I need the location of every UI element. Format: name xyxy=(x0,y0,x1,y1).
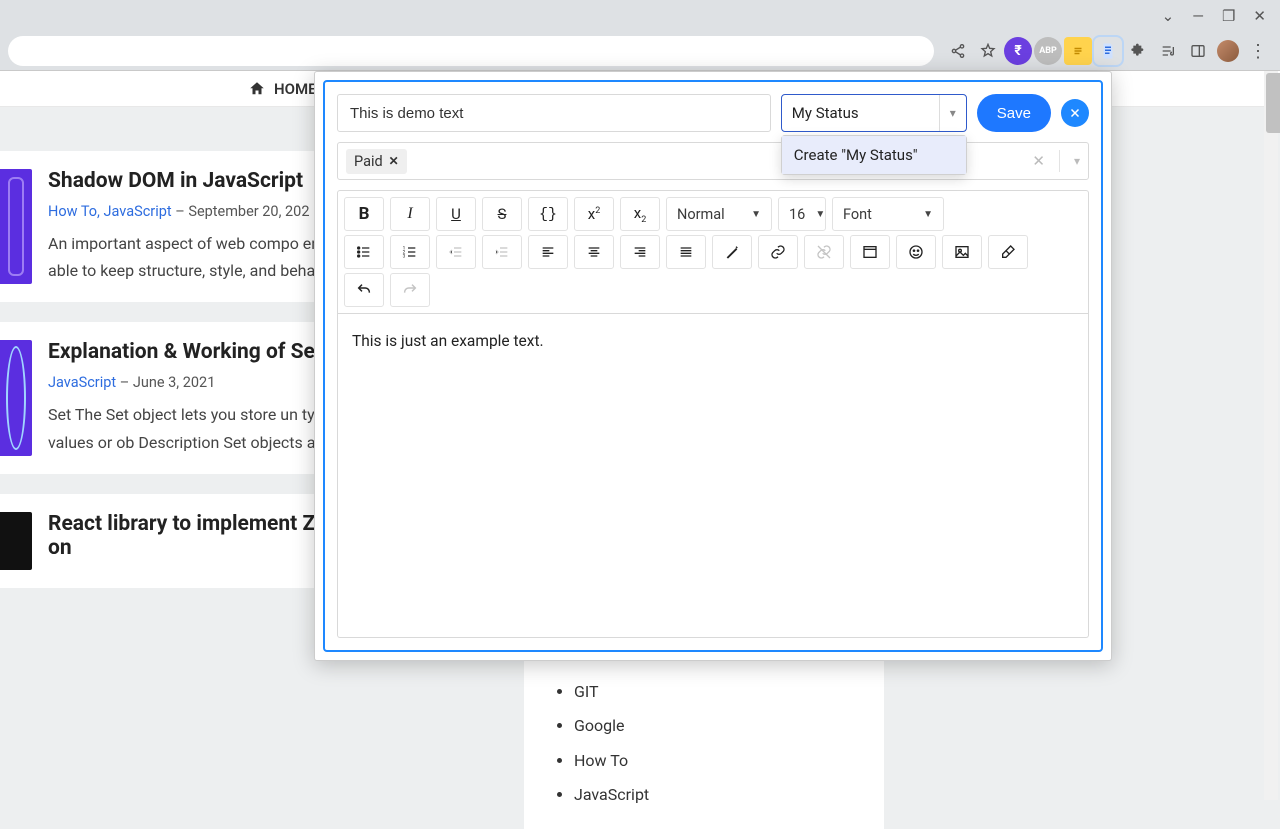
clipper-ext-icon[interactable] xyxy=(1094,37,1122,65)
chevron-down-icon: ▼ xyxy=(923,209,933,220)
window-titlebar: ⌄ — ❐ ✕ xyxy=(0,0,1280,32)
image-button[interactable] xyxy=(942,235,982,269)
page-scrollbar[interactable] xyxy=(1264,71,1278,800)
window-maximize-icon[interactable]: ❐ xyxy=(1222,7,1235,25)
subscript-button[interactable]: x2 xyxy=(620,197,660,231)
chevron-down-icon[interactable]: ▾ xyxy=(1074,154,1080,168)
ordered-list-button[interactable]: 123 xyxy=(390,235,430,269)
text-color-button[interactable] xyxy=(712,235,752,269)
align-justify-button[interactable] xyxy=(666,235,706,269)
chevron-down-icon: ▼ xyxy=(815,209,825,220)
font-size-select[interactable]: 16▼ xyxy=(778,197,826,231)
underline-button[interactable]: U xyxy=(436,197,476,231)
align-right-button[interactable] xyxy=(620,235,660,269)
extension-popup: My Status ▾ Create "My Status" Save Paid… xyxy=(314,71,1112,661)
tab-dropdown-icon[interactable]: ⌄ xyxy=(1162,7,1175,25)
scrollbar-thumb[interactable] xyxy=(1266,73,1280,133)
editor-content: This is just an example text. xyxy=(352,332,544,350)
share-icon[interactable] xyxy=(944,37,972,65)
close-button[interactable] xyxy=(1061,99,1089,127)
tags-clear-icon[interactable]: ✕ xyxy=(1032,152,1045,170)
indent-button[interactable] xyxy=(482,235,522,269)
italic-button[interactable]: I xyxy=(390,197,430,231)
extensions-puzzle-icon[interactable] xyxy=(1124,37,1152,65)
article-date: September 20, 202 xyxy=(188,203,309,220)
bold-button[interactable]: B xyxy=(344,197,384,231)
undo-button[interactable] xyxy=(344,273,384,307)
align-center-button[interactable] xyxy=(574,235,614,269)
nav-home[interactable]: HOME xyxy=(274,80,317,98)
article-date: June 3, 2021 xyxy=(133,374,215,391)
strike-button[interactable]: S xyxy=(482,197,522,231)
status-create-option[interactable]: Create "My Status" xyxy=(782,136,966,174)
kebab-menu-icon[interactable]: ⋮ xyxy=(1244,37,1272,65)
close-icon xyxy=(1069,107,1081,119)
chevron-down-icon: ▼ xyxy=(751,209,761,220)
status-select-value: My Status xyxy=(792,104,859,122)
superscript-button[interactable]: x2 xyxy=(574,197,614,231)
bookmark-star-icon[interactable] xyxy=(974,37,1002,65)
eraser-button[interactable] xyxy=(988,235,1028,269)
sidebar-item[interactable]: JavaScript xyxy=(574,778,856,812)
rupee-ext-icon[interactable]: ₹ xyxy=(1004,37,1032,65)
omnibox[interactable] xyxy=(8,36,934,66)
article-categories[interactable]: How To, JavaScript xyxy=(48,203,172,220)
window-close-icon[interactable]: ✕ xyxy=(1253,7,1266,25)
sidebar-item[interactable]: Google xyxy=(574,709,856,743)
redo-button[interactable] xyxy=(390,273,430,307)
status-select[interactable]: My Status ▾ Create "My Status" xyxy=(781,94,967,132)
sidepanel-icon[interactable] xyxy=(1184,37,1212,65)
code-block-button[interactable]: {} xyxy=(528,197,568,231)
sidebar-item[interactable]: GIT xyxy=(574,675,856,709)
tag-chip: Paid ✕ xyxy=(346,149,407,174)
status-dropdown: Create "My Status" xyxy=(781,135,967,175)
tags-field[interactable]: Paid ✕ ✕ ▾ xyxy=(337,142,1089,180)
category-sidebar: GIT Google How To JavaScript xyxy=(524,659,884,829)
article-thumbnail xyxy=(0,169,32,284)
note-title-input[interactable] xyxy=(337,94,771,132)
tag-remove-icon[interactable]: ✕ xyxy=(389,154,399,168)
chevron-down-icon: ▾ xyxy=(939,95,956,131)
save-button[interactable]: Save xyxy=(977,94,1051,132)
tag-label: Paid xyxy=(354,153,383,170)
align-left-button[interactable] xyxy=(528,235,568,269)
sidebar-item[interactable]: How To xyxy=(574,744,856,778)
window-minimize-icon[interactable]: — xyxy=(1192,7,1204,25)
article-thumbnail xyxy=(0,340,32,455)
svg-text:3: 3 xyxy=(403,253,406,259)
editor-body[interactable]: This is just an example text. xyxy=(337,314,1089,638)
emoji-button[interactable] xyxy=(896,235,936,269)
note-ext-icon[interactable] xyxy=(1064,37,1092,65)
unlink-button[interactable] xyxy=(804,235,844,269)
font-family-select[interactable]: Font▼ xyxy=(832,197,944,231)
abp-ext-icon[interactable]: ABP xyxy=(1034,37,1062,65)
article-categories[interactable]: JavaScript xyxy=(48,374,116,391)
divider xyxy=(1059,150,1060,172)
embed-button[interactable] xyxy=(850,235,890,269)
browser-toolbar: ₹ ABP ⋮ xyxy=(0,32,1280,70)
bullet-list-button[interactable] xyxy=(344,235,384,269)
link-button[interactable] xyxy=(758,235,798,269)
home-icon xyxy=(248,80,266,98)
profile-avatar[interactable] xyxy=(1214,37,1242,65)
page-viewport: HOME Shadow DOM in JavaScript How To, Ja… xyxy=(0,70,1280,800)
media-icon[interactable] xyxy=(1154,37,1182,65)
article-thumbnail xyxy=(0,512,32,570)
editor-toolbar: B I U S {} x2 x2 Normal▼ 16▼ Font▼ xyxy=(337,190,1089,314)
outdent-button[interactable] xyxy=(436,235,476,269)
paragraph-style-select[interactable]: Normal▼ xyxy=(666,197,772,231)
